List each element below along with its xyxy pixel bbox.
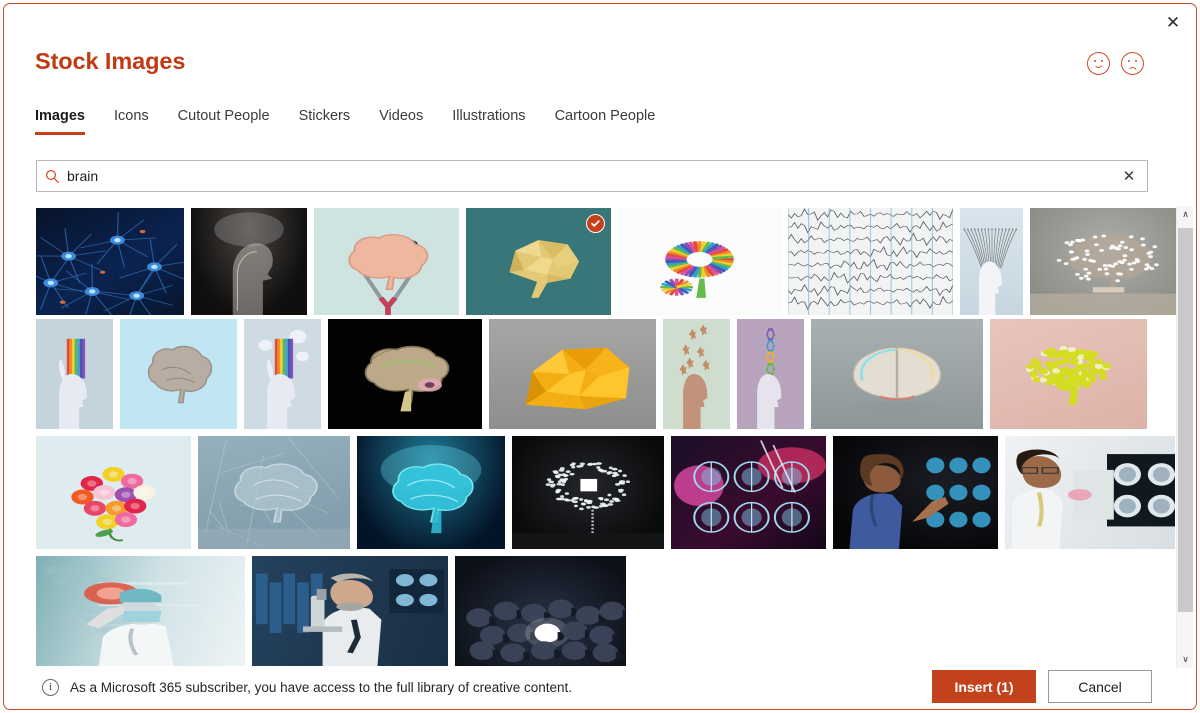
- image-result-thumbnail[interactable]: [455, 556, 626, 666]
- thumbnail-image: [455, 556, 626, 666]
- image-result-thumbnail[interactable]: [737, 319, 804, 429]
- image-result-thumbnail[interactable]: [120, 319, 237, 429]
- image-result-thumbnail[interactable]: [36, 208, 184, 315]
- image-result-thumbnail[interactable]: [788, 208, 953, 315]
- image-result-thumbnail[interactable]: [990, 319, 1147, 429]
- image-result-thumbnail[interactable]: [198, 436, 350, 549]
- feedback-icon-group: [1087, 52, 1144, 75]
- info-icon: i: [42, 679, 59, 696]
- image-result-thumbnail[interactable]: [512, 436, 664, 549]
- thumbnail-image: [788, 208, 953, 315]
- thumbnail-image: [191, 208, 307, 315]
- smiley-sad-icon[interactable]: [1121, 52, 1144, 75]
- image-result-thumbnail[interactable]: [328, 319, 482, 429]
- thumbnail-image: [198, 436, 350, 549]
- thumbnail-image: [36, 436, 191, 549]
- image-results-row: [36, 208, 1176, 315]
- selected-check-icon[interactable]: [586, 214, 605, 233]
- thumbnail-image: [120, 319, 237, 429]
- image-result-thumbnail[interactable]: [314, 208, 459, 315]
- clear-search-icon[interactable]: ✕: [1111, 167, 1147, 185]
- results-scrollbar[interactable]: ∧ ∨: [1176, 206, 1193, 668]
- tab-illustrations[interactable]: Illustrations: [452, 108, 525, 135]
- scroll-up-icon[interactable]: ∧: [1177, 206, 1194, 223]
- image-result-thumbnail[interactable]: [252, 556, 448, 666]
- image-result-thumbnail[interactable]: [663, 319, 730, 429]
- search-icon: [37, 169, 67, 184]
- image-result-thumbnail[interactable]: [244, 319, 321, 429]
- scroll-down-icon[interactable]: ∨: [1177, 651, 1194, 668]
- close-icon[interactable]: ✕: [1158, 8, 1188, 36]
- image-result-thumbnail[interactable]: [1030, 208, 1176, 315]
- search-bar[interactable]: ✕: [36, 160, 1148, 192]
- smiley-happy-icon[interactable]: [1087, 52, 1110, 75]
- scrollbar-thumb[interactable]: [1178, 228, 1193, 612]
- stock-images-dialog: ✕ Stock Images Images Icons Cutout People S…: [3, 3, 1197, 710]
- thumbnail-image: [36, 208, 184, 315]
- thumbnail-image: [663, 319, 730, 429]
- thumbnail-image: [1005, 436, 1175, 549]
- image-results-row: [36, 556, 633, 666]
- image-result-thumbnail[interactable]: [618, 208, 781, 315]
- thumbnail-image: [357, 436, 505, 549]
- tab-icons[interactable]: Icons: [114, 108, 149, 135]
- thumbnail-image: [252, 556, 448, 666]
- thumbnail-image: [328, 319, 482, 429]
- image-result-thumbnail[interactable]: [1005, 436, 1175, 549]
- image-result-thumbnail[interactable]: [36, 436, 191, 549]
- tab-stickers[interactable]: Stickers: [299, 108, 351, 135]
- image-result-thumbnail[interactable]: [671, 436, 826, 549]
- thumbnail-image: [512, 436, 664, 549]
- image-result-thumbnail[interactable]: [191, 208, 307, 315]
- tab-videos[interactable]: Videos: [379, 108, 423, 135]
- thumbnail-image: [244, 319, 321, 429]
- thumbnail-image: [489, 319, 656, 429]
- image-result-thumbnail[interactable]: [36, 556, 245, 666]
- image-results-grid: [36, 206, 1176, 668]
- cancel-button[interactable]: Cancel: [1048, 670, 1152, 703]
- tab-images[interactable]: Images: [35, 108, 85, 135]
- image-result-thumbnail[interactable]: [811, 319, 983, 429]
- thumbnail-image: [36, 319, 113, 429]
- thumbnail-image: [960, 208, 1023, 315]
- dialog-actions: Insert (1) Cancel: [932, 670, 1152, 703]
- tab-bar: Images Icons Cutout People Stickers Videos Il…: [35, 108, 684, 135]
- thumbnail-image: [618, 208, 781, 315]
- image-result-thumbnail[interactable]: [960, 208, 1023, 315]
- thumbnail-image: [990, 319, 1147, 429]
- subscriber-note: i As a Microsoft 365 subscriber, you hav…: [42, 679, 572, 696]
- tab-cutout-people[interactable]: Cutout People: [178, 108, 270, 135]
- thumbnail-image: [811, 319, 983, 429]
- thumbnail-image: [314, 208, 459, 315]
- thumbnail-image: [1030, 208, 1176, 315]
- image-result-thumbnail[interactable]: [357, 436, 505, 549]
- subscriber-note-text: As a Microsoft 365 subscriber, you have …: [70, 680, 572, 695]
- thumbnail-image: [833, 436, 998, 549]
- thumbnail-image: [737, 319, 804, 429]
- thumbnail-image: [36, 556, 245, 666]
- insert-button[interactable]: Insert (1): [932, 670, 1036, 703]
- image-result-thumbnail[interactable]: [833, 436, 998, 549]
- search-input[interactable]: [67, 168, 1111, 184]
- image-result-thumbnail[interactable]: [466, 208, 611, 315]
- image-results-row: [36, 319, 1154, 429]
- image-results-row: [36, 436, 1176, 549]
- thumbnail-image: [671, 436, 826, 549]
- tab-cartoon-people[interactable]: Cartoon People: [555, 108, 656, 135]
- image-result-thumbnail[interactable]: [489, 319, 656, 429]
- image-result-thumbnail[interactable]: [36, 319, 113, 429]
- page-title: Stock Images: [35, 48, 185, 75]
